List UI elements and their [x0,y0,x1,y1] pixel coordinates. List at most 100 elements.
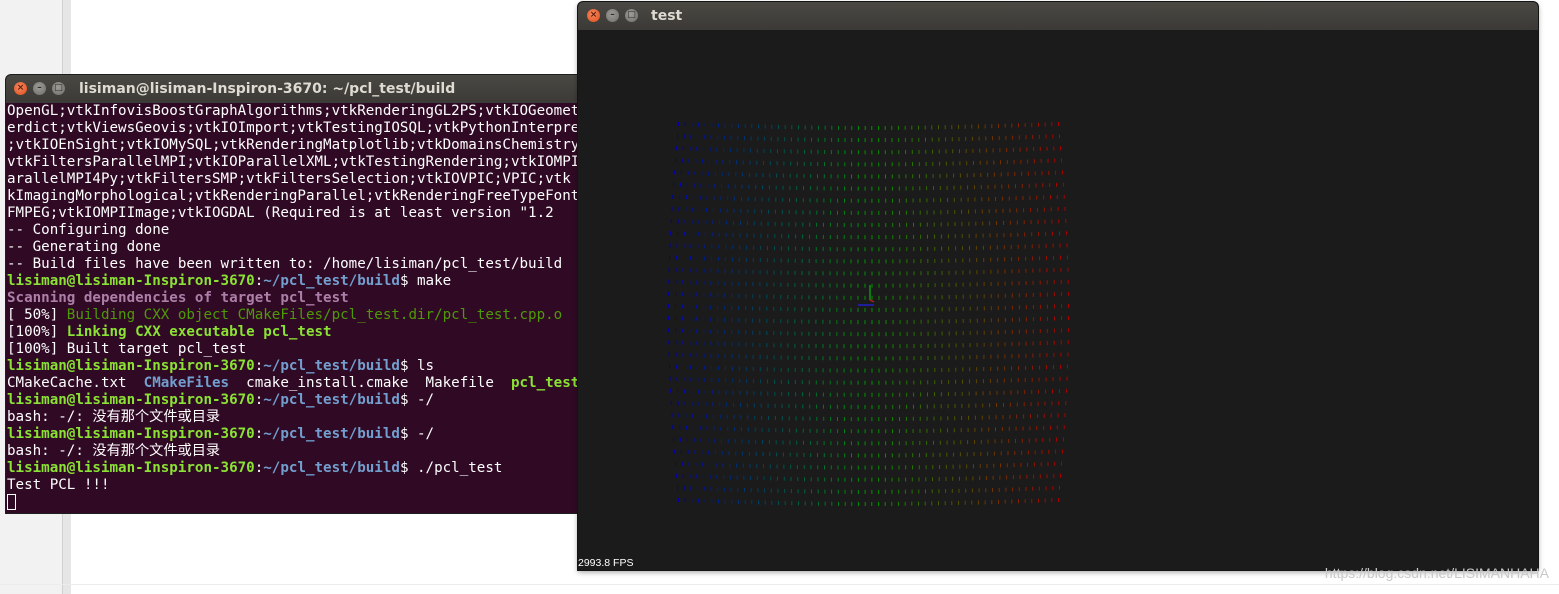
cloud-point [776,161,778,166]
cloud-point [1032,341,1034,346]
cloud-point [899,307,901,312]
cloud-point [770,149,772,153]
cloud-point [724,499,726,504]
terminal-titlebar[interactable]: × – □ lisiman@lisiman-Inspiron-3670: ~/p… [6,75,596,103]
cloud-point [885,295,887,300]
cloud-point [830,162,832,167]
terminal-line: [100%] Built target pcl_test [7,341,596,358]
point-cloud-canvas[interactable] [578,30,1538,570]
cloud-point [675,316,676,321]
cloud-point [933,416,935,421]
cloud-point [843,283,845,288]
terminal-window[interactable]: × – □ lisiman@lisiman-Inspiron-3670: ~/p… [6,75,596,513]
cloud-point [905,441,907,446]
cloud-point [1011,499,1013,504]
cloud-point [1004,257,1006,262]
cloud-point [718,123,719,128]
cloud-point [941,283,943,287]
cloud-point [952,476,954,481]
cloud-point [1018,135,1020,140]
cloud-point [990,269,992,274]
cloud-point [690,134,692,139]
cloud-point [982,379,984,384]
cloud-point [696,341,698,346]
cloud-point [804,477,805,482]
terminal-text: CMakeCache.txt [7,375,144,391]
cloud-point [822,271,824,276]
cloud-point [1065,219,1067,223]
cloud-point [947,234,949,239]
cloud-point [707,438,709,443]
cloud-point [823,416,825,421]
cloud-point [759,330,761,335]
cloud-point [729,148,731,152]
cloud-point [831,489,833,494]
terminal-close-button[interactable]: × [14,82,27,95]
cloud-point [976,342,978,347]
terminal-line: vtkFiltersParallelMPI;vtkIOParallelXML;v… [7,154,596,171]
cloud-point [850,210,852,215]
cloud-point [945,137,947,142]
cloud-point [734,196,736,201]
cloud-point [759,270,761,275]
viewer-maximize-button[interactable]: □ [625,9,638,22]
cloud-point [747,415,749,420]
cloud-point [738,354,740,359]
terminal-output[interactable]: OpenGL;vtkInfovisBoostGraphAlgorithms;vt… [7,103,596,513]
cloud-point [1064,413,1066,418]
cloud-point [731,330,733,335]
terminal-line: ;vtkIOEnSight;vtkIOMySQL;vtkRenderingMat… [7,137,596,154]
cloud-point [952,149,954,154]
cloud-point [815,380,817,385]
cloud-point [962,270,964,275]
cloud-point [1017,244,1019,249]
cloud-point [788,234,790,239]
cloud-point [761,197,763,202]
terminal-maximize-button[interactable]: □ [52,82,65,95]
cloud-point [892,332,894,337]
cloud-point [794,380,796,385]
cloud-point [857,283,859,288]
cloud-point [676,146,677,151]
cloud-point [925,477,927,482]
cloud-point [708,450,710,455]
cloud-point [906,368,908,373]
terminal-minimize-button[interactable]: – [33,82,46,95]
cloud-point [857,198,859,203]
cloud-point [920,295,922,300]
cloud-point [843,392,845,397]
cloud-point [724,123,726,128]
cloud-point [837,477,839,482]
cloud-point [775,440,777,445]
cloud-point [1023,208,1025,213]
cloud-point [817,489,819,494]
cloud-point [782,197,784,202]
cloud-point [778,124,779,129]
cloud-point [1011,123,1013,128]
viewer-minimize-button[interactable]: – [606,9,619,22]
cloud-point [762,452,764,457]
cloud-point [843,259,845,264]
cloud-point [919,453,920,458]
cloud-point [898,186,900,191]
cloud-point [1060,328,1062,333]
cloud-point [925,137,926,142]
cloud-point [1052,389,1053,394]
cloud-point [966,452,968,457]
cloud-point [1001,427,1003,432]
viewer-close-button[interactable]: × [587,9,600,22]
cloud-point [713,196,715,201]
cloud-point [932,174,934,178]
cloud-point [1054,316,1055,321]
point-cloud-viewport[interactable]: 2993.8 FPS [578,30,1538,570]
cloud-point [690,389,692,394]
cloud-point [1067,364,1068,369]
terminal-text: : [254,460,264,476]
cloud-point [760,379,762,384]
cloud-point [918,125,919,130]
cloud-point [997,366,999,371]
cloud-point [1018,366,1020,371]
cloud-point [871,210,873,215]
viewer-titlebar[interactable]: × – □ test [578,2,1538,30]
viewer-window[interactable]: × – □ test 2993.8 FPS [578,2,1538,570]
